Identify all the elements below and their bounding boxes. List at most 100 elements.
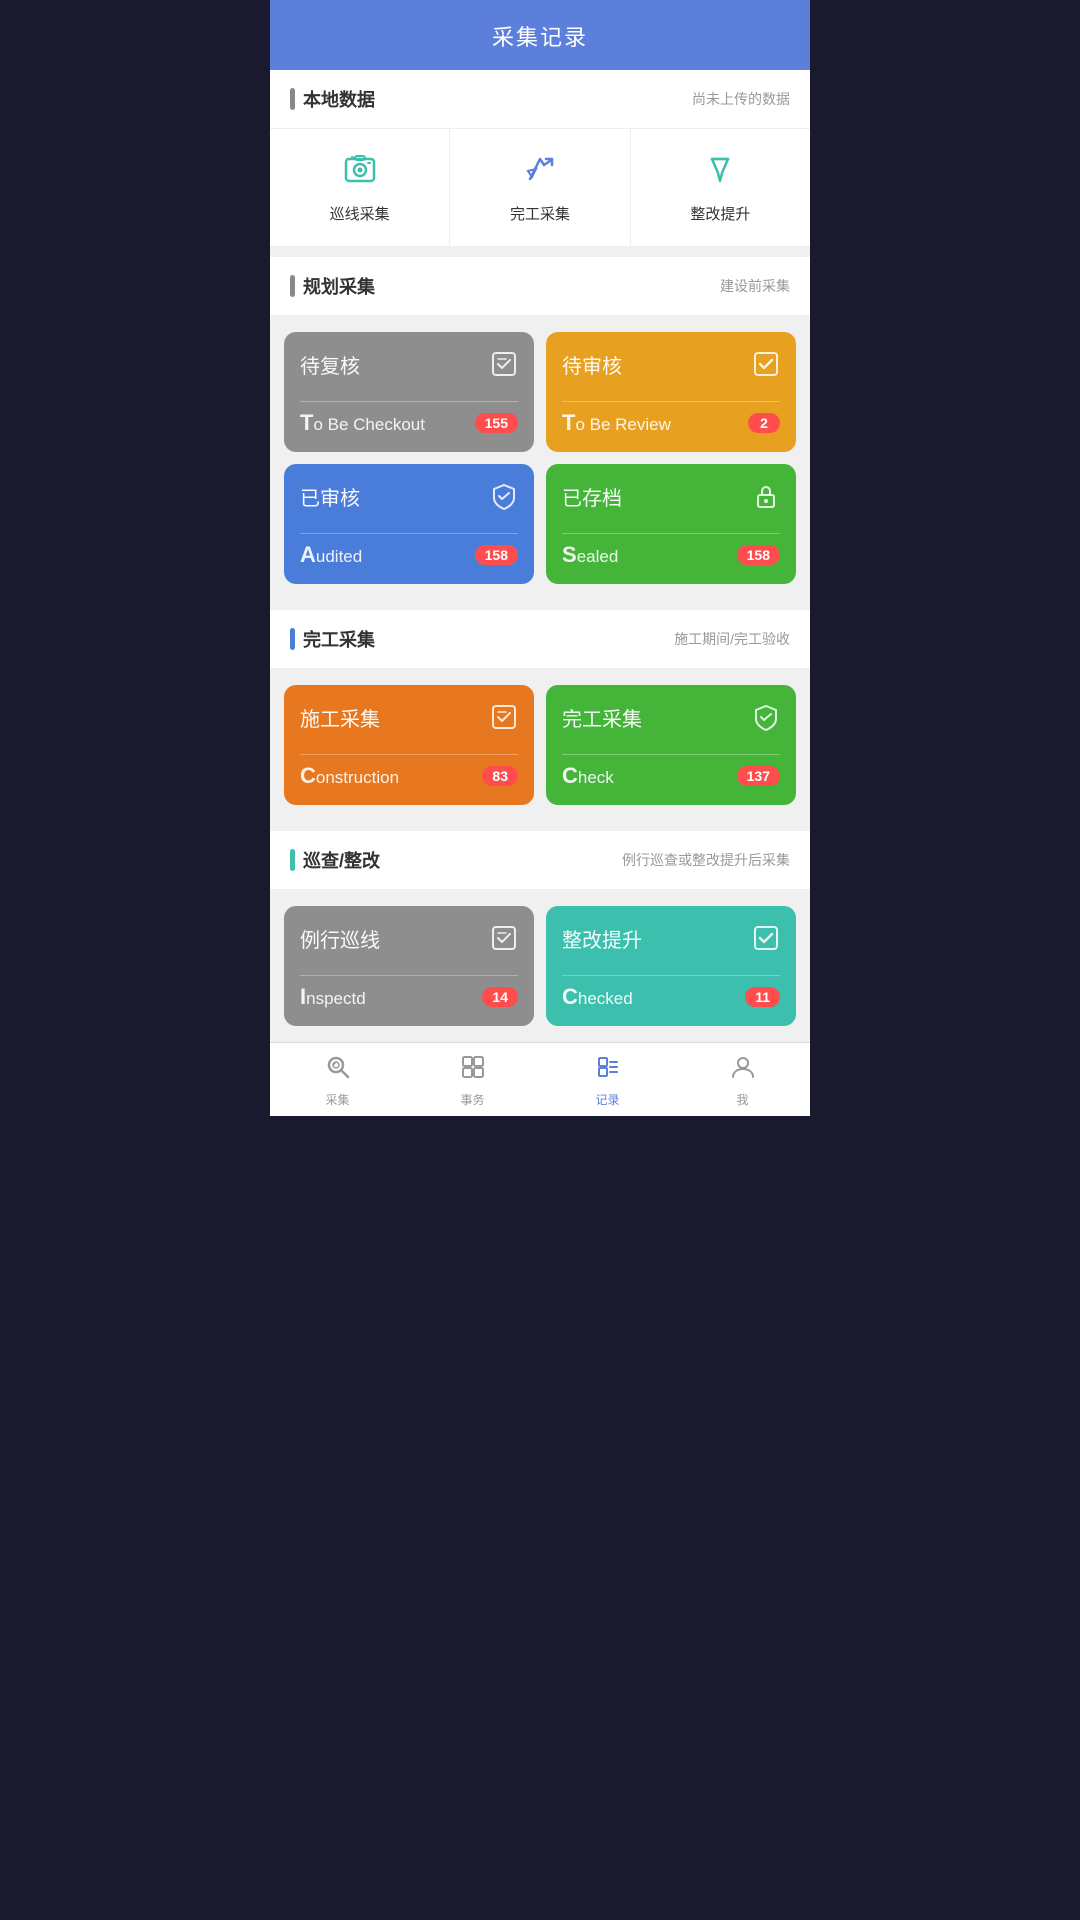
- local-data-label: 本地数据: [290, 86, 375, 112]
- rectification-label: 整改提升: [690, 203, 750, 224]
- card-icon-inspectd: [490, 924, 518, 959]
- completion-cards-grid: 施工采集 Construction 83: [284, 685, 796, 805]
- plan-section-header: 规划采集 建设前采集: [270, 257, 810, 316]
- card-inspectd[interactable]: 例行巡线 Inspectd 14: [284, 906, 534, 1026]
- completion-icon: [522, 151, 558, 195]
- card-en-checked: Checked: [562, 984, 633, 1010]
- affairs-icon: [459, 1053, 487, 1088]
- card-top-review: 待审核: [562, 350, 780, 385]
- card-badge-review: 2: [748, 413, 780, 433]
- card-en-sealed: Sealed: [562, 542, 618, 568]
- card-bottom-inspectd: Inspectd 14: [300, 975, 518, 1010]
- card-badge-sealed: 158: [737, 545, 780, 565]
- quick-access-row: 巡线采集 完工采集 整改提升: [270, 129, 810, 247]
- local-data-section: 本地数据 尚未上传的数据: [270, 70, 810, 129]
- card-en-review: To Be Review: [562, 410, 671, 436]
- nav-item-records[interactable]: 记录: [540, 1043, 675, 1116]
- card-cn-check: 完工采集: [562, 703, 642, 732]
- card-badge-check: 137: [737, 766, 780, 786]
- card-top-sealed: 已存档: [562, 482, 780, 517]
- nav-label-records: 记录: [595, 1091, 619, 1108]
- card-badge-inspectd: 14: [482, 987, 518, 1007]
- card-cn-checkout: 待复核: [300, 350, 360, 379]
- local-data-sub: 尚未上传的数据: [692, 89, 790, 109]
- card-top-audited: 已审核: [300, 482, 518, 517]
- quick-item-patrol[interactable]: 巡线采集: [270, 129, 450, 246]
- card-top-inspectd: 例行巡线: [300, 924, 518, 959]
- section-bar-patrol: [290, 849, 295, 871]
- me-icon: [729, 1053, 757, 1088]
- plan-section-sub: 建设前采集: [720, 276, 790, 296]
- card-badge-construction: 83: [482, 766, 518, 786]
- card-bottom-checkout: To Be Checkout 155: [300, 401, 518, 436]
- card-to-be-checkout[interactable]: 待复核 To Be Checkout 155: [284, 332, 534, 452]
- header: 采集记录: [270, 0, 810, 70]
- card-en-checkout: To Be Checkout: [300, 410, 425, 436]
- card-badge-checked: 11: [745, 987, 780, 1007]
- card-icon-checkout: [490, 350, 518, 385]
- card-to-be-review[interactable]: 待审核 To Be Review 2: [546, 332, 796, 452]
- phone-container: 采集记录 本地数据 尚未上传的数据 巡线采集: [270, 0, 810, 1116]
- card-en-audited: Audited: [300, 542, 362, 568]
- collect-icon: [324, 1053, 352, 1088]
- card-cn-sealed: 已存档: [562, 482, 622, 511]
- card-badge-checkout: 155: [475, 413, 518, 433]
- plan-cards-grid: 待复核 To Be Checkout 155: [284, 332, 796, 584]
- card-en-construction: Construction: [300, 763, 399, 789]
- patrol-icon: [342, 151, 378, 195]
- patrol-label: 巡线采集: [330, 203, 390, 224]
- plan-section-label: 规划采集: [290, 273, 375, 299]
- rectification-icon: [702, 151, 738, 195]
- card-bottom-sealed: Sealed 158: [562, 533, 780, 568]
- card-audited[interactable]: 已审核 Audited 158: [284, 464, 534, 584]
- card-construction[interactable]: 施工采集 Construction 83: [284, 685, 534, 805]
- divider3: [270, 821, 810, 831]
- card-cn-construction: 施工采集: [300, 703, 380, 732]
- card-en-inspectd: Inspectd: [300, 984, 366, 1010]
- patrol-section-label: 巡查/整改: [290, 847, 380, 873]
- card-cn-checked: 整改提升: [562, 924, 642, 953]
- card-top-check: 完工采集: [562, 703, 780, 738]
- card-bottom-check: Check 137: [562, 754, 780, 789]
- card-en-check: Check: [562, 763, 614, 789]
- card-icon-audited: [490, 482, 518, 517]
- card-top-checkout: 待复核: [300, 350, 518, 385]
- records-icon: [594, 1053, 622, 1088]
- card-bottom-construction: Construction 83: [300, 754, 518, 789]
- card-top-construction: 施工采集: [300, 703, 518, 738]
- nav-label-collect: 采集: [325, 1091, 349, 1108]
- section-bar-local: [290, 88, 295, 110]
- nav-item-collect[interactable]: 采集: [270, 1043, 405, 1116]
- card-bottom-audited: Audited 158: [300, 533, 518, 568]
- nav-label-affairs: 事务: [460, 1091, 484, 1108]
- card-cn-inspectd: 例行巡线: [300, 924, 380, 953]
- card-icon-review: [752, 350, 780, 385]
- plan-cards-section: 待复核 To Be Checkout 155: [270, 316, 810, 600]
- card-checked[interactable]: 整改提升 Checked 11: [546, 906, 796, 1026]
- quick-item-rectification[interactable]: 整改提升: [631, 129, 810, 246]
- card-cn-audited: 已审核: [300, 482, 360, 511]
- completion-section-label: 完工采集: [290, 626, 375, 652]
- card-bottom-review: To Be Review 2: [562, 401, 780, 436]
- card-sealed[interactable]: 已存档 Sealed 158: [546, 464, 796, 584]
- section-bar-completion: [290, 628, 295, 650]
- quick-item-completion[interactable]: 完工采集: [450, 129, 630, 246]
- completion-cards-section: 施工采集 Construction 83: [270, 669, 810, 821]
- card-bottom-checked: Checked 11: [562, 975, 780, 1010]
- card-top-checked: 整改提升: [562, 924, 780, 959]
- card-cn-review: 待审核: [562, 350, 622, 379]
- header-title: 采集记录: [270, 20, 810, 52]
- card-badge-audited: 158: [475, 545, 518, 565]
- card-icon-construction: [490, 703, 518, 738]
- completion-label: 完工采集: [510, 203, 570, 224]
- nav-label-me: 我: [736, 1091, 748, 1108]
- nav-item-me[interactable]: 我: [675, 1043, 810, 1116]
- card-check[interactable]: 完工采集 Check 137: [546, 685, 796, 805]
- nav-item-affairs[interactable]: 事务: [405, 1043, 540, 1116]
- patrol-cards-grid: 例行巡线 Inspectd 14 整改: [284, 906, 796, 1026]
- divider1: [270, 247, 810, 257]
- patrol-section-header: 巡查/整改 例行巡查或整改提升后采集: [270, 831, 810, 890]
- divider2: [270, 600, 810, 610]
- bottom-nav: 采集 事务: [270, 1042, 810, 1116]
- section-bar-plan: [290, 275, 295, 297]
